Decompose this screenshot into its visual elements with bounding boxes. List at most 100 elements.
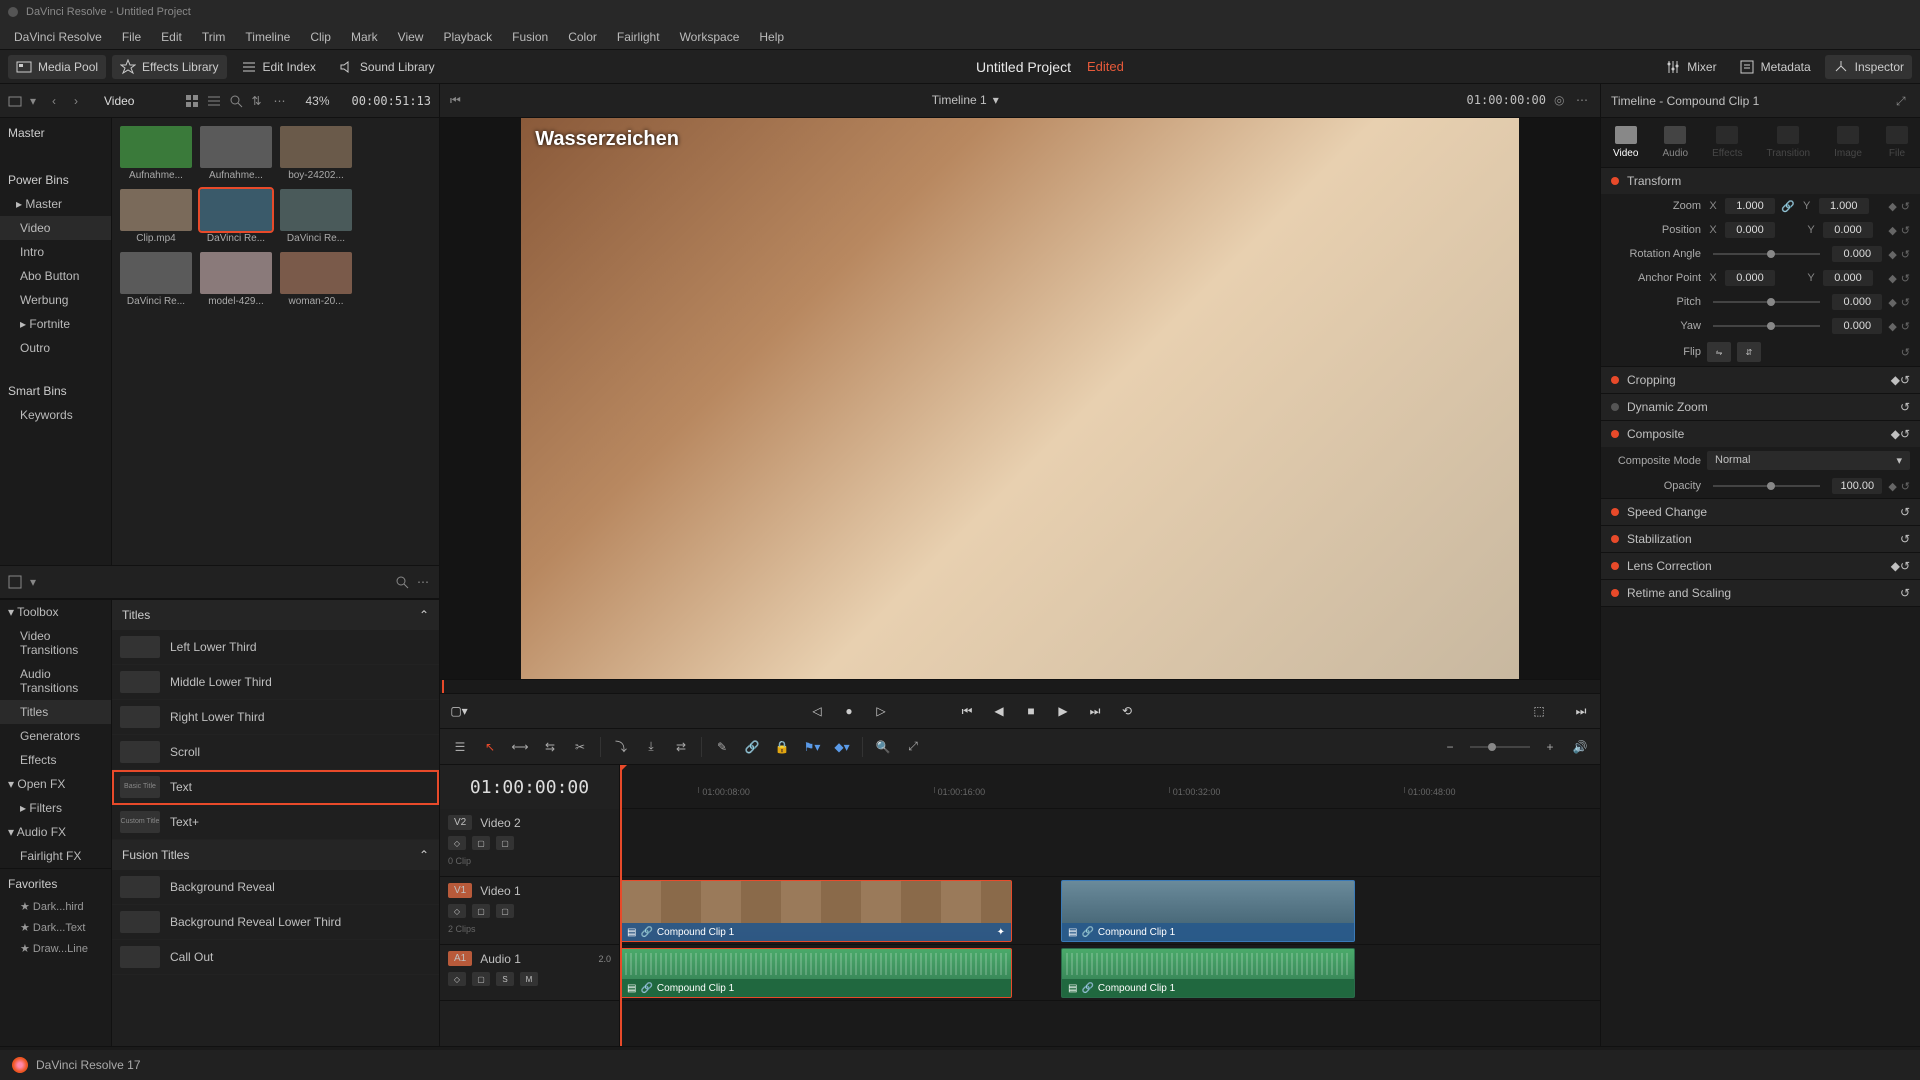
menu-item[interactable]: Fairlight — [607, 30, 670, 44]
insert-icon[interactable]: ⤵ — [611, 737, 631, 757]
track-v2[interactable] — [620, 809, 1600, 877]
link-icon[interactable]: 🔗 — [742, 737, 762, 757]
reset-icon[interactable]: ↺ — [1900, 559, 1910, 573]
fx-panel-icon[interactable] — [8, 575, 22, 589]
replace-icon[interactable]: ⇄ — [671, 737, 691, 757]
menu-item[interactable]: Fusion — [502, 30, 558, 44]
pitch-input[interactable]: 0.000 — [1832, 294, 1882, 310]
zoom-in-icon[interactable]: + — [1540, 737, 1560, 757]
reset-icon[interactable]: ↺ — [1901, 480, 1910, 493]
track-badge[interactable]: A1 — [448, 951, 472, 966]
jump-start-icon[interactable]: ⏮ — [450, 93, 464, 107]
tab-image[interactable]: Image — [1834, 126, 1862, 159]
viewer-scrubber[interactable] — [440, 679, 1600, 693]
bin-abo[interactable]: Abo Button — [0, 264, 111, 288]
sort-icon[interactable]: ⇅ — [251, 94, 265, 108]
toolbox-header[interactable]: ▾ Toolbox — [0, 600, 111, 624]
prev-edit-icon[interactable]: ◁ — [808, 702, 826, 720]
pos-x-input[interactable]: 0.000 — [1725, 222, 1775, 238]
menu-item[interactable]: Playback — [433, 30, 502, 44]
media-clip[interactable]: DaVinci Re... — [280, 189, 352, 244]
pos-y-input[interactable]: 0.000 — [1823, 222, 1873, 238]
chevron-down-icon[interactable]: ▾ — [30, 575, 44, 589]
menu-item[interactable]: File — [112, 30, 151, 44]
titles-section-header[interactable]: Titles⌃ — [112, 600, 439, 630]
tab-effects[interactable]: Effects — [1712, 126, 1742, 159]
title-preset[interactable]: Custom TitleText+ — [112, 805, 439, 840]
bin-outro[interactable]: Outro — [0, 336, 111, 360]
prev-frame-icon[interactable]: ◀ — [990, 702, 1008, 720]
fx-titles[interactable]: Titles — [0, 700, 111, 724]
cropping-header[interactable]: Cropping◆↺ — [1601, 367, 1920, 393]
flip-h-icon[interactable]: ⇋ — [1707, 342, 1731, 362]
fusion-title-preset[interactable]: Background Reveal — [112, 870, 439, 905]
zoom-x-input[interactable]: 1.000 — [1725, 198, 1775, 214]
next-edit-icon[interactable]: ▷ — [872, 702, 890, 720]
effects-library-toggle[interactable]: Effects Library — [112, 55, 226, 79]
bin-intro[interactable]: Intro — [0, 240, 111, 264]
thumbnail-view-icon[interactable] — [185, 94, 199, 108]
disable-track-icon[interactable]: ▢ — [496, 836, 514, 850]
timeline-name[interactable]: Timeline 1 — [932, 93, 987, 107]
expand-icon[interactable]: ⤢ — [1896, 94, 1910, 108]
mixer-toggle[interactable]: Mixer — [1657, 55, 1724, 79]
opacity-input[interactable]: 100.00 — [1832, 478, 1882, 494]
lock-icon[interactable]: 🔒 — [772, 737, 792, 757]
reset-icon[interactable]: ↺ — [1900, 586, 1910, 600]
title-preset[interactable]: Middle Lower Third — [112, 665, 439, 700]
reset-icon[interactable]: ↺ — [1900, 532, 1910, 546]
menu-item[interactable]: View — [388, 30, 434, 44]
power-master[interactable]: ▸ Master — [0, 192, 111, 216]
track-badge[interactable]: V1 — [448, 883, 472, 898]
lens-header[interactable]: Lens Correction◆↺ — [1601, 553, 1920, 579]
transform-overlay-icon[interactable]: ▢▾ — [450, 702, 468, 720]
reset-icon[interactable]: ↺ — [1901, 296, 1910, 309]
fx-audio-transitions[interactable]: Audio Transitions — [0, 662, 111, 700]
trim-tool-icon[interactable]: ⟷ — [510, 737, 530, 757]
favorites-header[interactable]: Favorites — [0, 869, 111, 896]
keyframe-icon[interactable]: ◆ — [1888, 296, 1896, 309]
flag-icon[interactable]: ⚑▾ — [802, 737, 822, 757]
video-clip[interactable]: ▤🔗Compound Clip 1✦ — [620, 880, 1012, 942]
play-icon[interactable]: ▶ — [1054, 702, 1072, 720]
stabilization-header[interactable]: Stabilization↺ — [1601, 526, 1920, 552]
inspector-toggle[interactable]: Inspector — [1825, 55, 1912, 79]
master-bin[interactable]: Master — [0, 118, 111, 145]
options-icon[interactable]: ⋯ — [1576, 93, 1590, 107]
marker-icon[interactable]: ● — [840, 702, 858, 720]
opacity-slider[interactable]: .slider.full::after{left:calc(100% - 4px… — [1713, 485, 1820, 487]
yaw-input[interactable]: 0.000 — [1832, 318, 1882, 334]
menu-item[interactable]: Timeline — [235, 30, 300, 44]
reset-icon[interactable]: ↺ — [1900, 373, 1910, 387]
viewer[interactable]: Wasserzeichen — [440, 118, 1600, 679]
track-head-a1[interactable]: A1Audio 12.0 ◇▢SM — [440, 945, 619, 1001]
fx-filters[interactable]: ▸ Filters — [0, 796, 111, 820]
anchor-y-input[interactable]: 0.000 — [1823, 270, 1873, 286]
timeline-tracks[interactable]: 01:00:08:00 01:00:16:00 01:00:32:00 01:0… — [620, 765, 1600, 1046]
auto-select-icon[interactable]: ◇ — [448, 836, 466, 850]
rotation-slider[interactable] — [1713, 253, 1820, 255]
anchor-x-input[interactable]: 0.000 — [1725, 270, 1775, 286]
menu-item[interactable]: Trim — [192, 30, 236, 44]
title-preset[interactable]: Basic TitleText — [112, 770, 439, 805]
reset-icon[interactable]: ↺ — [1900, 427, 1910, 441]
edit-index-toggle[interactable]: Edit Index — [233, 55, 324, 79]
fx-fairlight[interactable]: Fairlight FX — [0, 844, 111, 868]
track-badge[interactable]: V2 — [448, 815, 472, 830]
menu-item[interactable]: Color — [558, 30, 607, 44]
dynamic-zoom-header[interactable]: Dynamic Zoom↺ — [1601, 394, 1920, 420]
lock-track-icon[interactable]: ▢ — [472, 972, 490, 986]
enable-toggle[interactable] — [1611, 403, 1619, 411]
dynamic-trim-icon[interactable]: ⇆ — [540, 737, 560, 757]
audio-clip[interactable]: ▤🔗Compound Clip 1 — [1061, 948, 1355, 998]
media-clip[interactable]: DaVinci Re... — [200, 189, 272, 244]
link-icon[interactable]: 🔗 — [1781, 200, 1795, 213]
disable-track-icon[interactable]: ▢ — [496, 904, 514, 918]
enable-toggle[interactable] — [1611, 535, 1619, 543]
yaw-slider[interactable] — [1713, 325, 1820, 327]
rotation-input[interactable]: 0.000 — [1832, 246, 1882, 262]
reset-icon[interactable]: ↺ — [1901, 320, 1910, 333]
flip-v-icon[interactable]: ⇵ — [1737, 342, 1761, 362]
sound-library-toggle[interactable]: Sound Library — [330, 55, 443, 79]
timeline-timecode[interactable]: 01:00:00:00 — [440, 765, 619, 809]
